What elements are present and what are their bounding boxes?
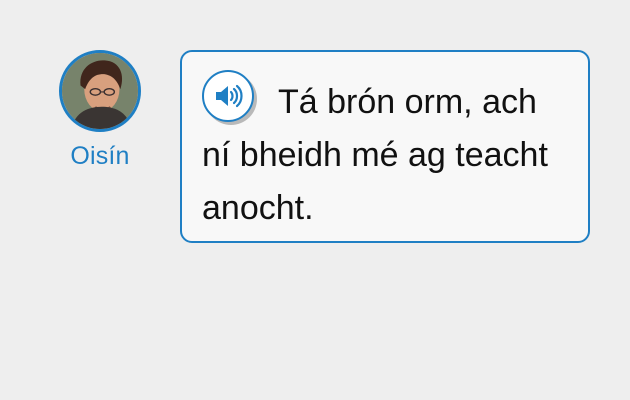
avatar bbox=[59, 50, 141, 132]
conversation-stage: Oisín Tá brón orm, ach ní bheidh mé ag t… bbox=[0, 0, 630, 400]
speech-text: Tá brón orm, ach ní bheidh mé ag teacht … bbox=[202, 83, 548, 227]
avatar-photo bbox=[62, 53, 138, 129]
speaker-name: Oisín bbox=[70, 142, 130, 170]
speech-bubble: Tá brón orm, ach ní bheidh mé ag teacht … bbox=[180, 50, 590, 243]
speaker-block: Oisín bbox=[54, 50, 146, 169]
